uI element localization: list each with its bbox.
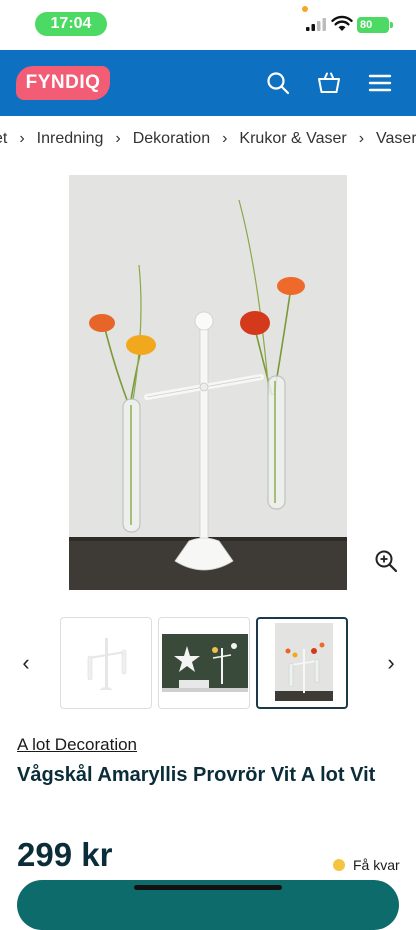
thumbnail-image (162, 634, 248, 692)
search-icon[interactable] (265, 70, 291, 96)
breadcrumb-item[interactable]: Vaser (376, 116, 416, 162)
chevron-right-icon: › (358, 130, 365, 147)
gallery-thumbnail-active[interactable] (256, 617, 348, 709)
gallery-next-button[interactable]: › (381, 652, 401, 674)
chevron-right-icon: › (19, 130, 25, 147)
fyndiq-logo[interactable]: FYNDIQ (16, 66, 110, 100)
breadcrumb: et › Inredning › Dekoration › Krukor & Vaser › V… (0, 116, 416, 162)
wifi-icon (331, 15, 353, 31)
cart-icon[interactable] (316, 70, 342, 96)
site-header: FYNDIQ (0, 50, 416, 116)
breadcrumb-item[interactable]: Inredning (37, 116, 104, 162)
breadcrumb-item[interactable]: et (0, 116, 7, 162)
cellular-signal-icon (306, 18, 326, 31)
menu-icon[interactable] (367, 70, 393, 96)
stock-indicator-dot (333, 859, 345, 871)
chevron-right-icon: › (115, 130, 121, 147)
privacy-indicator-dot (302, 6, 308, 12)
breadcrumb-item[interactable]: Dekoration (133, 116, 210, 162)
stock-status: Få kvar (333, 857, 400, 873)
gallery-thumbnail[interactable] (158, 617, 250, 709)
battery-level: 80 (357, 17, 389, 33)
zoom-in-icon[interactable] (374, 549, 398, 573)
gallery-prev-button[interactable]: ‹ (16, 652, 36, 674)
breadcrumb-item[interactable]: Krukor & Vaser (239, 116, 346, 162)
product-title: Vågskål Amaryllis Provrör Vit A lot Vit (17, 764, 376, 786)
gallery-thumbnail[interactable] (60, 617, 152, 709)
status-time: 17:04 (35, 12, 107, 36)
thumbnail-image (87, 638, 127, 690)
brand-link[interactable]: A lot Decoration (17, 735, 137, 755)
battery-tip (390, 22, 393, 28)
stock-label: Få kvar (353, 857, 400, 873)
thumbnail-image (275, 623, 333, 701)
chevron-right-icon: › (222, 130, 228, 147)
home-indicator (134, 885, 282, 890)
product-price: 299 kr (17, 836, 113, 873)
product-main-image[interactable] (69, 175, 347, 590)
status-bar: 17:04 80 (0, 0, 416, 50)
